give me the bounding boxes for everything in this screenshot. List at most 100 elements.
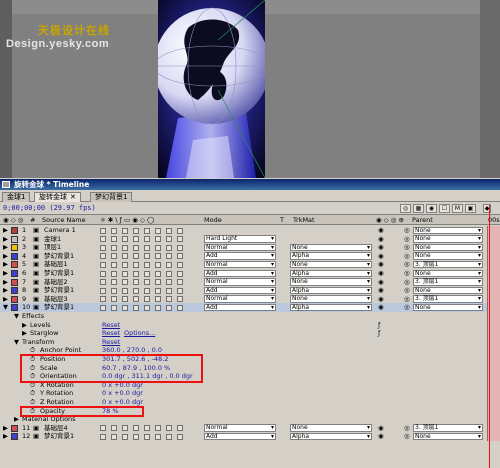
material-options-expand-icon[interactable]: ▶ [14, 415, 19, 424]
layer-switch[interactable] [133, 304, 139, 311]
parent-dropdown[interactable]: 3. 顶层1 [413, 278, 483, 286]
current-timecode[interactable]: 0;00;00;00 (29.97 fps) [3, 204, 96, 212]
layer-switch[interactable] [133, 261, 139, 268]
parent-dropdown[interactable]: None [413, 286, 483, 295]
layer-switch[interactable] [166, 425, 172, 432]
tab-gold-ball[interactable]: 金球1 [2, 192, 31, 202]
layer-switch[interactable] [177, 244, 183, 251]
pick-whip-icon[interactable]: ◎ [404, 260, 410, 269]
pick-whip-icon[interactable]: ◎ [404, 303, 410, 312]
layer-switch[interactable] [100, 433, 106, 440]
layer-switch[interactable] [155, 287, 161, 294]
layer-switch[interactable] [122, 253, 128, 260]
layer-switch[interactable] [144, 244, 150, 251]
trkmat-dropdown[interactable]: Alpha [290, 252, 372, 260]
layer-switch[interactable] [122, 227, 128, 234]
parent-dropdown[interactable]: None [413, 243, 483, 252]
label-color-swatch[interactable] [11, 235, 18, 243]
layer-switch[interactable] [111, 296, 117, 303]
layer-switch[interactable] [166, 287, 172, 294]
label-color-swatch[interactable] [11, 244, 18, 252]
layer-switch[interactable] [144, 236, 150, 243]
layer-switch[interactable] [133, 244, 139, 251]
pick-whip-icon[interactable]: ◎ [404, 252, 410, 261]
layer-switch[interactable] [122, 279, 128, 286]
layer-switch[interactable] [133, 236, 139, 243]
layer-switch[interactable] [166, 270, 172, 277]
layer-switch[interactable] [100, 425, 106, 432]
layer-row[interactable]: ▶ 7 ▣ 基础层2 Normal None ◉ ◎ 3. 顶层1 [0, 277, 500, 287]
label-color-swatch[interactable] [11, 270, 18, 277]
expand-triangle-icon[interactable]: ▶ [3, 432, 8, 441]
trkmat-dropdown[interactable]: None [290, 243, 372, 252]
layer-row[interactable]: ▶11▣基础层4NormalNone◉◎3. 顶层1 [0, 423, 500, 433]
effect-fx-icon[interactable]: ƒ [378, 321, 380, 330]
layer-switch[interactable] [177, 287, 183, 294]
layer-switch[interactable] [144, 270, 150, 277]
mode-dropdown[interactable]: Normal [204, 295, 276, 303]
label-color-swatch[interactable] [11, 304, 18, 312]
layer-switch[interactable] [155, 227, 161, 234]
layer-switch[interactable] [144, 253, 150, 260]
layer-switch[interactable] [100, 244, 106, 251]
layer-switch[interactable] [144, 304, 150, 311]
layer-switch[interactable] [155, 236, 161, 243]
layer-switch[interactable] [133, 279, 139, 286]
layer-switch[interactable] [100, 236, 106, 243]
layer-switch[interactable] [122, 296, 128, 303]
layer-row[interactable]: ▶ 5 ▣ 基础层1 Normal None ◉ ◎ 3. 顶层1 [0, 260, 500, 269]
layer-switch[interactable] [155, 253, 161, 260]
parent-dropdown[interactable]: 3. 顶层1 [413, 260, 483, 269]
label-color-swatch[interactable] [11, 227, 18, 234]
layer-switch[interactable] [166, 244, 172, 251]
layer-switch[interactable] [144, 433, 150, 440]
mode-dropdown[interactable]: Add [204, 286, 276, 295]
layer-switch[interactable] [122, 304, 128, 311]
mode-dropdown[interactable]: Normal [204, 260, 276, 269]
graph-editor-button[interactable]: M [452, 204, 463, 213]
layer-switch[interactable] [100, 227, 106, 234]
layer-switch[interactable] [177, 270, 183, 277]
timeline-panel[interactable]: 旋转金球 * Timeline 金球1 旋转金球 ✕ 梦幻背景1 0;00;00;… [0, 179, 500, 468]
property-value[interactable]: 0 x +0.0 dgr [102, 389, 143, 398]
effect-fx-icon[interactable]: ƒ [378, 329, 380, 338]
label-color-swatch[interactable] [11, 252, 18, 260]
layer-switch[interactable] [177, 279, 183, 286]
label-color-swatch[interactable] [11, 261, 18, 269]
visibility-eye-icon[interactable]: ◉ [378, 424, 384, 433]
layer-switch[interactable] [122, 244, 128, 251]
parent-dropdown[interactable]: None [413, 252, 483, 260]
layer-switch[interactable] [144, 279, 150, 286]
layer-name[interactable]: 金球1 [44, 235, 61, 244]
mode-dropdown[interactable]: Hard Light [204, 235, 276, 243]
mode-dropdown[interactable]: Normal [204, 278, 276, 286]
property-row[interactable]: ▼ Transform Reset [0, 337, 500, 347]
layer-row[interactable]: ▶9▣基础层3NormalNone◉◎3. 顶层1 [0, 294, 500, 304]
layer-switch[interactable] [155, 304, 161, 311]
layer-switch[interactable] [111, 270, 117, 277]
layer-switch[interactable] [111, 287, 117, 294]
motion-blur-button[interactable]: ◉ [426, 204, 437, 213]
trkmat-dropdown[interactable]: None [290, 424, 372, 432]
trkmat-header[interactable]: TrkMat [293, 216, 315, 224]
trkmat-dropdown[interactable]: None [290, 295, 372, 303]
starglow-options-link[interactable]: Options... [124, 329, 155, 338]
layer-switch[interactable] [133, 287, 139, 294]
visibility-eye-icon[interactable]: ◉ [378, 243, 384, 252]
effects-expand-icon[interactable]: ▼ [14, 312, 19, 321]
layer-switch[interactable] [111, 433, 117, 440]
visibility-eye-icon[interactable]: ◉ [378, 432, 384, 441]
shy-layers-button[interactable]: ◎ [400, 204, 411, 213]
pick-whip-icon[interactable]: ◎ [404, 424, 410, 433]
layer-name[interactable]: Camera 1 [44, 226, 76, 235]
label-color-swatch[interactable] [11, 295, 18, 303]
layer-switch[interactable] [111, 261, 117, 268]
layer-switch[interactable] [155, 261, 161, 268]
expand-triangle-icon[interactable]: ▶ [3, 243, 8, 252]
pick-whip-icon[interactable]: ◎ [404, 235, 410, 244]
layer-switch[interactable] [177, 304, 183, 311]
property-row[interactable]: ▶ Levels Reset ƒ [0, 320, 500, 330]
layer-row[interactable]: ▶ 8 ▣ 梦幻背景1 Add Alpha ◉ ◎ None [0, 286, 500, 295]
layer-switch[interactable] [166, 433, 172, 440]
starglow-expand-icon[interactable]: ▶ [22, 329, 27, 338]
